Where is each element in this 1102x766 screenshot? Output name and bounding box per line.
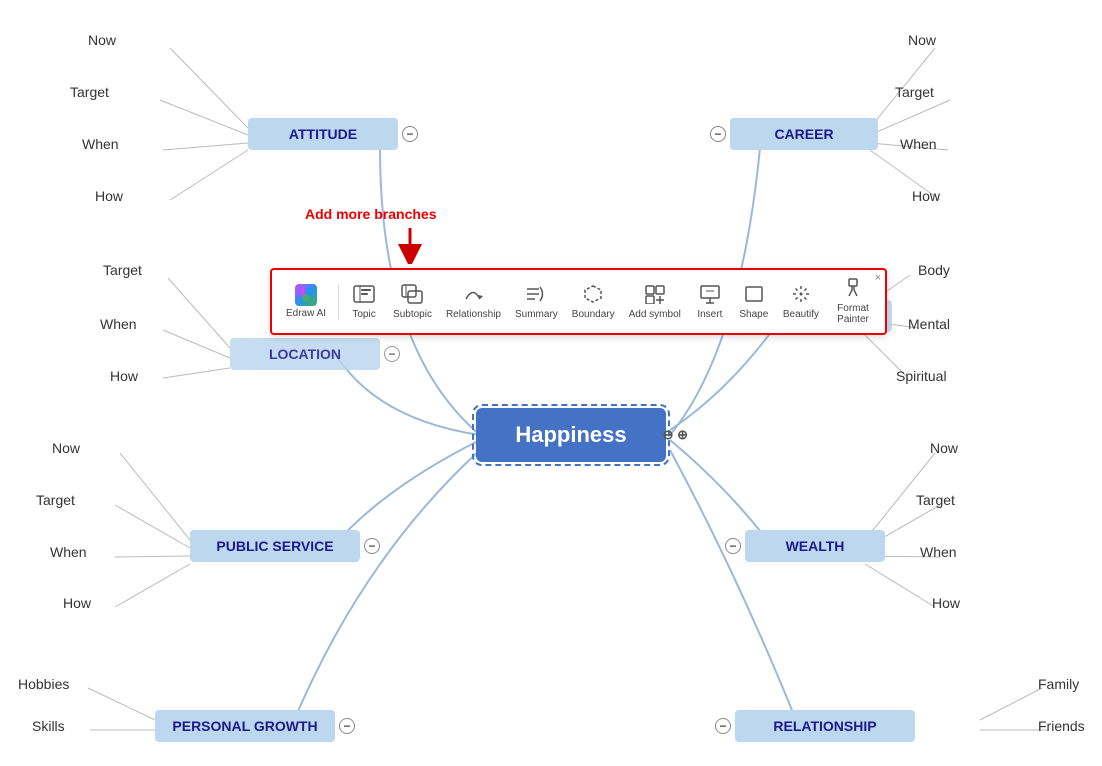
beautify-label: Beautify (783, 309, 819, 320)
toolbar-close-btn[interactable]: × (875, 272, 881, 284)
beautify-icon (790, 284, 812, 307)
toolbar-popup: × Edraw AI Topic (270, 268, 887, 335)
leaf-wealth-how: How (932, 595, 960, 611)
leaf-health-body: Body (918, 262, 950, 278)
summary-label: Summary (515, 309, 558, 320)
leaf-pg-hobbies: Hobbies (18, 676, 69, 692)
leaf-ps-now: Now (52, 440, 80, 456)
leaf-career-target: Target (895, 84, 934, 100)
edraw-ai-label: Edraw AI (286, 308, 326, 319)
leaf-attitude-how: How (95, 188, 123, 204)
central-node-minus[interactable]: ⊖ ⊕ (663, 427, 688, 443)
subtopic-label: Subtopic (393, 309, 432, 320)
branch-label: ATTITUDE (289, 126, 357, 142)
boundary-label: Boundary (572, 309, 615, 320)
leaf-wealth-when: When (920, 544, 957, 560)
relationship-icon (462, 284, 484, 307)
leaf-wealth-target: Target (916, 492, 955, 508)
insert-icon (699, 284, 721, 307)
branch-label: LOCATION (269, 346, 341, 362)
toolbar-subtopic[interactable]: Subtopic (389, 282, 436, 322)
leaf-attitude-target: Target (70, 84, 109, 100)
branch-attitude[interactable]: ATTITUDE − (248, 118, 398, 150)
leaf-rel-family: Family (1038, 676, 1079, 692)
add-branches-arrow (395, 228, 425, 269)
toolbar-summary[interactable]: Summary (511, 282, 562, 322)
leaf-pg-skills: Skills (32, 718, 65, 734)
toolbar-divider-1 (338, 284, 339, 320)
wealth-minus-btn[interactable]: − (725, 538, 741, 554)
format-painter-label: Format Painter (833, 303, 873, 325)
leaf-attitude-when: When (82, 136, 119, 152)
branch-public-service[interactable]: PUBLIC SERVICE − (190, 530, 360, 562)
shape-icon (743, 284, 765, 307)
toolbar-topic[interactable]: Topic (345, 282, 383, 322)
toolbar-format-painter[interactable]: Format Painter (829, 276, 877, 327)
central-node[interactable]: Happiness ⊖ ⊕ (476, 408, 666, 462)
leaf-location-how: How (110, 368, 138, 384)
attitude-minus-btn[interactable]: − (402, 126, 418, 142)
toolbar-boundary[interactable]: Boundary (568, 282, 619, 322)
toolbar-shape[interactable]: Shape (735, 282, 773, 322)
leaf-health-spiritual: Spiritual (896, 368, 947, 384)
add-symbol-label: Add symbol (629, 309, 681, 320)
toolbar-relationship[interactable]: Relationship (442, 282, 505, 322)
shape-label: Shape (739, 309, 768, 320)
branch-wealth[interactable]: WEALTH − (745, 530, 885, 562)
topic-icon (353, 284, 375, 307)
branch-label: RELATIONSHIP (773, 718, 876, 734)
add-symbol-icon (644, 284, 666, 307)
branch-career[interactable]: CAREER − (730, 118, 878, 150)
personal-growth-minus-btn[interactable]: − (339, 718, 355, 734)
toolbar-beautify[interactable]: Beautify (779, 282, 823, 322)
format-painter-icon (842, 278, 864, 301)
edraw-ai-icon (295, 284, 317, 306)
branch-label: CAREER (774, 126, 833, 142)
leaf-ps-target: Target (36, 492, 75, 508)
toolbar-edraw-ai[interactable]: Edraw AI (280, 282, 332, 321)
branch-label: WEALTH (786, 538, 845, 554)
leaf-career-when: When (900, 136, 937, 152)
branch-label: PUBLIC SERVICE (216, 538, 333, 554)
branch-label: PERSONAL GROWTH (172, 718, 317, 734)
career-minus-btn[interactable]: − (710, 126, 726, 142)
add-branches-label: Add more branches (305, 206, 436, 222)
leaf-career-how: How (912, 188, 940, 204)
leaf-location-target: Target (103, 262, 142, 278)
leaf-rel-friends: Friends (1038, 718, 1085, 734)
leaf-wealth-now: Now (930, 440, 958, 456)
leaf-ps-when: When (50, 544, 87, 560)
branch-relationship[interactable]: RELATIONSHIP − (735, 710, 915, 742)
central-node-label: Happiness (515, 422, 626, 447)
toolbar-insert[interactable]: Insert (691, 282, 729, 322)
location-minus-btn[interactable]: − (384, 346, 400, 362)
summary-icon (525, 284, 547, 307)
relationship-label: Relationship (446, 309, 501, 320)
branch-location[interactable]: LOCATION − (230, 338, 380, 370)
leaf-location-when: When (100, 316, 137, 332)
leaf-career-now: Now (908, 32, 936, 48)
relationship-minus-btn[interactable]: − (715, 718, 731, 734)
insert-label: Insert (697, 309, 722, 320)
subtopic-icon (401, 284, 423, 307)
public-service-minus-btn[interactable]: − (364, 538, 380, 554)
leaf-health-mental: Mental (908, 316, 950, 332)
toolbar-add-symbol[interactable]: Add symbol (625, 282, 685, 322)
boundary-icon (582, 284, 604, 307)
leaf-ps-how: How (63, 595, 91, 611)
branch-personal-growth[interactable]: PERSONAL GROWTH − (155, 710, 335, 742)
leaf-attitude-now: Now (88, 32, 116, 48)
topic-label: Topic (352, 309, 375, 320)
